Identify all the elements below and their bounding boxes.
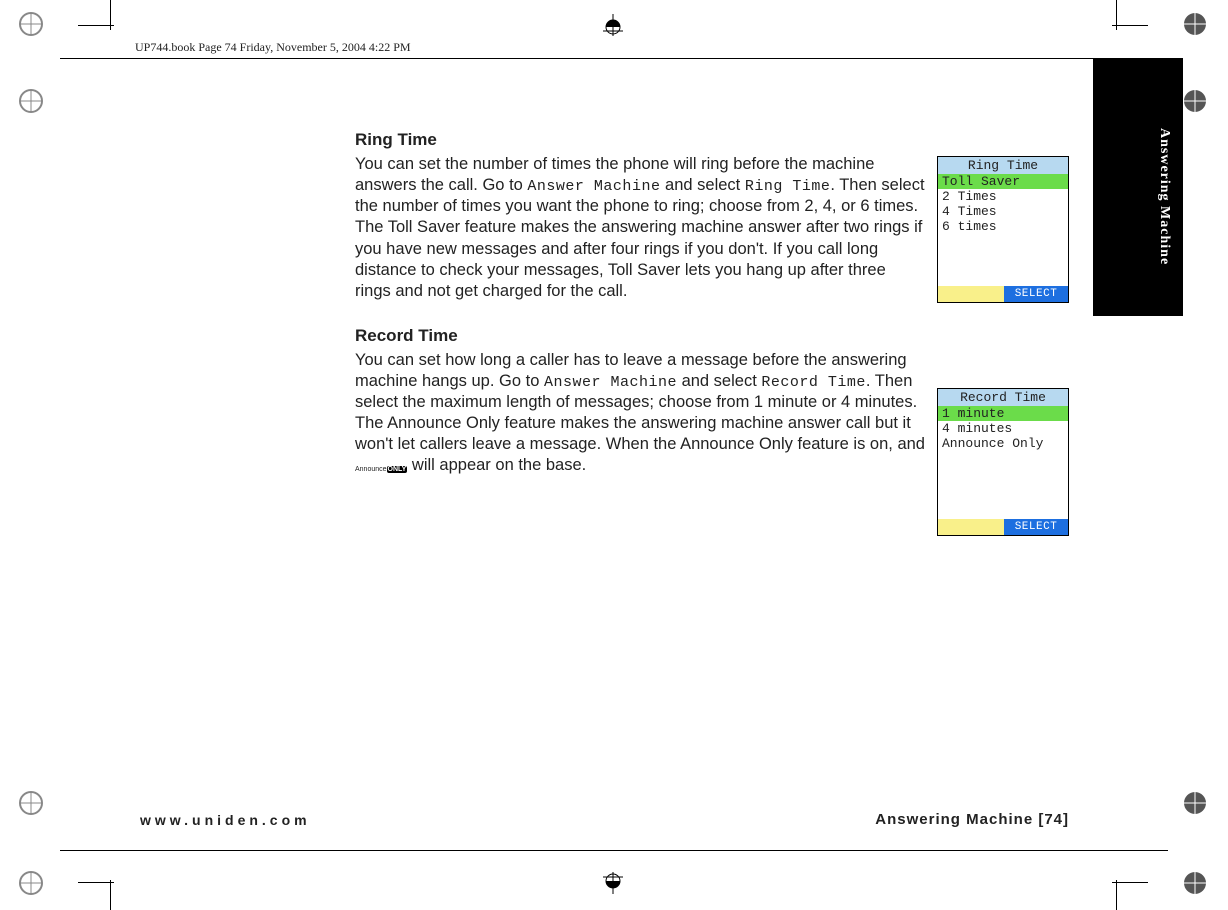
lcd-title: Ring Time (938, 157, 1068, 174)
crop-line (1116, 880, 1117, 910)
announce-only-icon: AnnounceONLY (355, 456, 407, 477)
crop-line (110, 0, 111, 30)
lcd-title: Record Time (938, 389, 1068, 406)
lcd-row: 6 times (938, 219, 1068, 234)
icon-label-top: Announce (355, 466, 387, 473)
cropmark-icon (600, 14, 626, 36)
lcd-row: 4 minutes (938, 421, 1068, 436)
cropmark-icon (600, 872, 626, 894)
lcd-selected-row: 1 minute (938, 406, 1068, 421)
paragraph-ring-time: You can set the number of times the phon… (355, 154, 925, 302)
crop-line (60, 58, 1168, 59)
lcd-softkey-select: SELECT (1004, 286, 1068, 302)
menu-path: Answer Machine (544, 374, 677, 391)
section-tab-label: Answering Machine (1156, 128, 1172, 265)
crop-line (60, 850, 1168, 851)
menu-path: Ring Time (745, 178, 831, 195)
lcd-selected-row: Toll Saver (938, 174, 1068, 189)
crop-line (1112, 25, 1148, 26)
lcd-softkey-blank (938, 286, 1004, 302)
menu-path: Answer Machine (527, 178, 660, 195)
regmark-icon (18, 790, 44, 816)
text: and select (677, 372, 761, 390)
lcd-softkey-bar: SELECT (938, 286, 1068, 302)
regmark-icon (1182, 88, 1208, 114)
framemaker-header: UP744.book Page 74 Friday, November 5, 2… (135, 40, 411, 55)
lcd-row: Announce Only (938, 436, 1068, 451)
text: will appear on the base. (407, 456, 586, 474)
heading-record-time: Record Time (355, 326, 925, 346)
lcd-row: 2 Times (938, 189, 1068, 204)
footer-page: Answering Machine [74] (875, 811, 1069, 828)
crop-line (1112, 882, 1148, 883)
lcd-spacer (938, 451, 1068, 519)
lcd-softkey-bar: SELECT (938, 519, 1068, 535)
crop-line (78, 25, 114, 26)
footer-url: www.uniden.com (140, 812, 311, 828)
heading-ring-time: Ring Time (355, 130, 925, 150)
regmark-icon (18, 11, 44, 37)
page: UP744.book Page 74 Friday, November 5, 2… (0, 0, 1228, 910)
text: and select (660, 176, 744, 194)
lcd-softkey-blank (938, 519, 1004, 535)
crop-line (110, 880, 111, 910)
regmark-icon (18, 88, 44, 114)
lcd-record-time: Record Time 1 minute 4 minutes Announce … (937, 388, 1069, 536)
crop-line (78, 882, 114, 883)
crop-line (1116, 0, 1117, 30)
icon-label-bottom: ONLY (387, 466, 408, 473)
lcd-row: 4 Times (938, 204, 1068, 219)
regmark-icon (1182, 790, 1208, 816)
lcd-ring-time: Ring Time Toll Saver 2 Times 4 Times 6 t… (937, 156, 1069, 303)
paragraph-record-time: You can set how long a caller has to lea… (355, 350, 925, 477)
lcd-spacer (938, 234, 1068, 286)
regmark-icon (1182, 870, 1208, 896)
menu-path: Record Time (761, 374, 866, 391)
regmark-icon (18, 870, 44, 896)
lcd-softkey-select: SELECT (1004, 519, 1068, 535)
regmark-icon (1182, 11, 1208, 37)
body-column: Ring Time You can set the number of time… (355, 130, 925, 501)
